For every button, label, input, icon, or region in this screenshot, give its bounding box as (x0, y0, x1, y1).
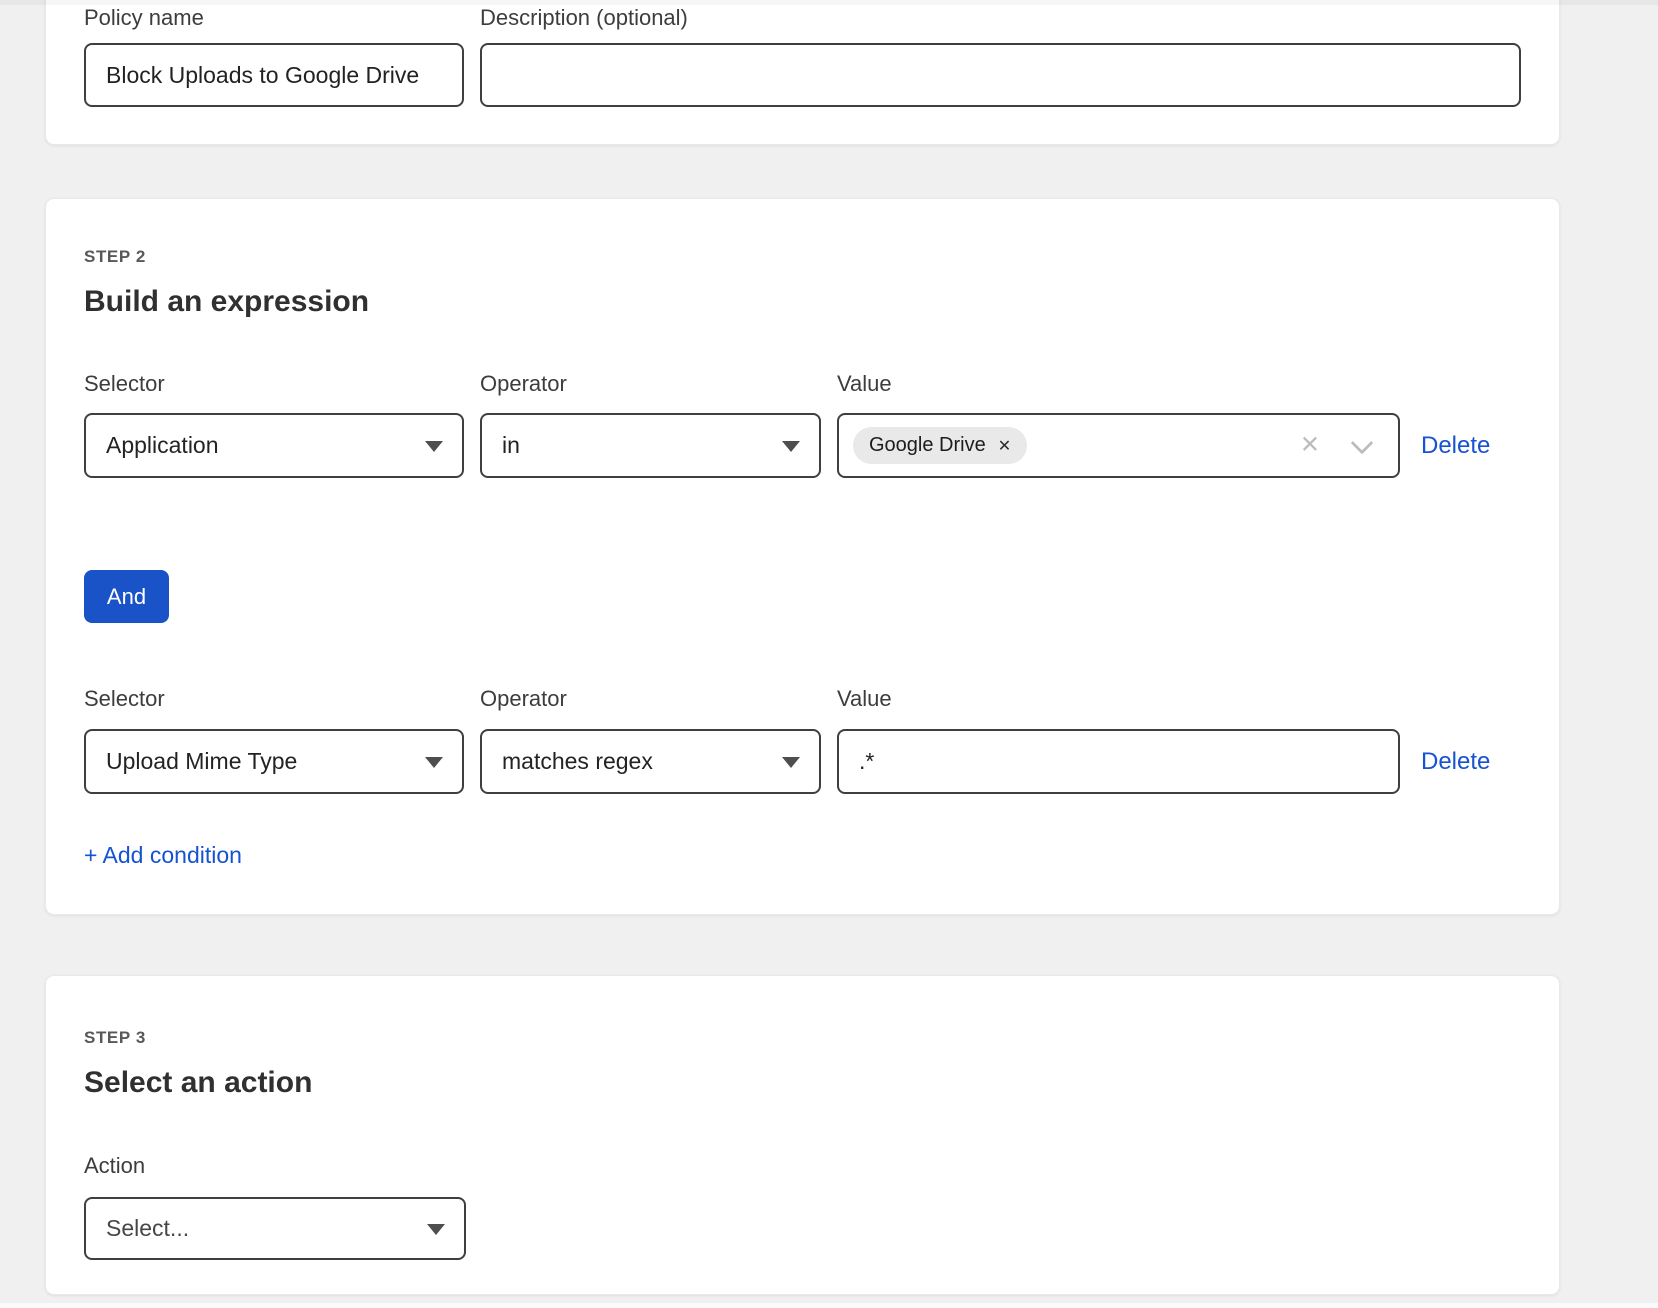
condition-row: Application in Google Drive ✕ ✕ Delete (84, 413, 1521, 478)
and-button[interactable]: And (84, 570, 169, 623)
value-column-label: Value (837, 686, 1400, 712)
selector-column-label: Selector (84, 371, 464, 397)
caret-down-icon (425, 757, 443, 768)
caret-down-icon (425, 441, 443, 452)
operator-column-label: Operator (480, 686, 821, 712)
value-tag-label: Google Drive (869, 434, 986, 457)
operator-select-value: in (502, 432, 520, 459)
description-field: Description (optional) (480, 5, 1521, 107)
operator-select-value: matches regex (502, 748, 653, 775)
delete-row-button[interactable]: Delete (1421, 748, 1490, 776)
selector-column-label: Selector (84, 686, 464, 712)
caret-down-icon (782, 757, 800, 768)
condition-row: Upload Mime Type matches regex Delete (84, 729, 1521, 794)
policy-details-card: Policy name Description (optional) (45, 0, 1560, 145)
select-action-card: STEP 3 Select an action Action Select... (45, 975, 1560, 1295)
add-condition-link[interactable]: + Add condition (84, 841, 242, 869)
value-input[interactable] (837, 729, 1400, 794)
remove-tag-icon[interactable]: ✕ (998, 436, 1011, 456)
value-multiselect[interactable]: Google Drive ✕ ✕ (837, 413, 1400, 478)
step3-title: Select an action (84, 1065, 1521, 1101)
value-column-label: Value (837, 371, 1400, 397)
clear-icon[interactable]: ✕ (1300, 433, 1320, 457)
condition-labels-row: Selector Operator Value (84, 686, 1521, 712)
operator-column-label: Operator (480, 371, 821, 397)
condition-labels-row: Selector Operator Value (84, 371, 1521, 397)
operator-select[interactable]: matches regex (480, 729, 821, 794)
action-select[interactable]: Select... (84, 1197, 466, 1260)
value-tag: Google Drive ✕ (853, 427, 1027, 464)
step2-label: STEP 2 (84, 247, 1521, 267)
bottom-edge-divider (0, 1303, 1658, 1308)
selector-select[interactable]: Upload Mime Type (84, 729, 464, 794)
action-label: Action (84, 1153, 1521, 1179)
selector-select-value: Upload Mime Type (106, 748, 297, 775)
step2-title: Build an expression (84, 284, 1521, 320)
operator-select[interactable]: in (480, 413, 821, 478)
top-edge-divider (0, 0, 1658, 5)
selector-select[interactable]: Application (84, 413, 464, 478)
caret-down-icon (782, 441, 800, 452)
description-label: Description (optional) (480, 5, 1521, 31)
policy-name-field: Policy name (84, 5, 464, 107)
description-input[interactable] (480, 43, 1521, 107)
action-select-placeholder: Select... (106, 1215, 189, 1242)
policy-name-input[interactable] (84, 43, 464, 107)
step3-label: STEP 3 (84, 1028, 1521, 1048)
delete-row-button[interactable]: Delete (1421, 432, 1490, 460)
build-expression-card: STEP 2 Build an expression Selector Oper… (45, 198, 1560, 915)
selector-select-value: Application (106, 432, 219, 459)
policy-builder-page: Policy name Description (optional) STEP … (0, 0, 1658, 1308)
caret-down-icon (427, 1224, 445, 1235)
policy-name-label: Policy name (84, 5, 464, 31)
chevron-down-icon[interactable] (1351, 431, 1374, 454)
